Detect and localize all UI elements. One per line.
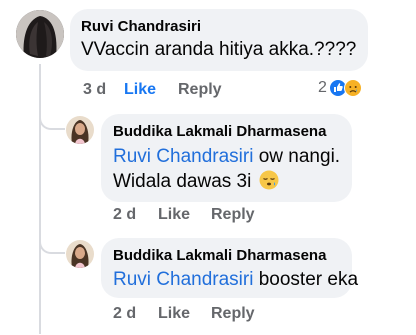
mention-link[interactable]: Ruvi Chandrasiri <box>113 269 253 290</box>
thread-branch-curve <box>39 112 65 130</box>
reaction-count: 2 <box>318 79 327 96</box>
reply-author[interactable]: Buddika Lakmali Dharmasena <box>113 247 326 264</box>
avatar[interactable] <box>66 240 94 268</box>
profile-photo-icon <box>66 240 94 268</box>
like-button[interactable]: Like <box>124 81 156 99</box>
reply-timestamp[interactable]: 2 d <box>113 206 136 224</box>
reply-timestamp[interactable]: 2 d <box>113 305 136 323</box>
avatar[interactable] <box>16 10 64 58</box>
reply-button[interactable]: Reply <box>211 305 255 323</box>
reply-author[interactable]: Buddika Lakmali Dharmasena <box>113 123 326 140</box>
like-button[interactable]: Like <box>158 305 190 323</box>
reply-button[interactable]: Reply <box>211 206 255 224</box>
comment-text: VVaccin aranda hitiya akka.???? <box>81 39 357 60</box>
like-button[interactable]: Like <box>158 206 190 224</box>
thread-branch-curve <box>39 236 65 254</box>
comment-timestamp[interactable]: 3 d <box>83 81 106 99</box>
reply-text-line2: Widala dawas 3i <box>113 168 279 196</box>
sleepy-face-emoji <box>259 170 279 190</box>
reaction-summary[interactable]: 2 <box>318 79 362 97</box>
comment-author[interactable]: Ruvi Chandrasiri <box>81 18 201 35</box>
reply-text-line1: Ruvi Chandrasiri booster eka <box>113 269 359 290</box>
mention-link[interactable]: Ruvi Chandrasiri <box>113 146 253 167</box>
avatar[interactable] <box>66 116 94 144</box>
profile-photo-icon <box>66 116 94 144</box>
reply-button[interactable]: Reply <box>178 81 222 99</box>
reply-text-line1: Ruvi Chandrasiri ow nangi. <box>113 146 341 167</box>
sad-reaction-icon <box>343 79 362 97</box>
thread-line <box>39 64 41 334</box>
profile-photo-icon <box>16 10 64 58</box>
